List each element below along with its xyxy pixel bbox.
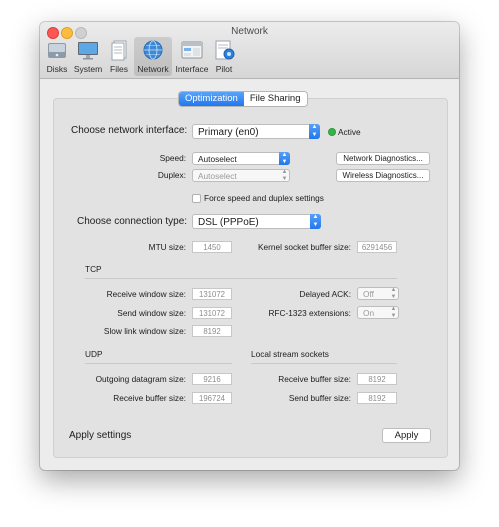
titlebar: Network Disks System Files Network Inter… [40,22,459,79]
chevron-updown-icon: ▲ ▼ [390,287,397,300]
duplex-popup[interactable]: Autoselect ▲ ▼ [192,169,290,182]
toolbar-item-pilot[interactable]: Pilot [208,37,240,76]
status-label: Active [338,127,361,137]
delayed-ack-popup[interactable]: Off ▲ ▼ [357,287,399,300]
udp-heading: UDP [85,349,103,359]
tcp-send-label: Send window size: [117,308,186,318]
mtu-field[interactable]: 1450 [192,241,232,253]
wireless-diagnostics-button[interactable]: Wireless Diagnostics... [336,169,430,182]
apply-settings-label: Apply settings [69,430,132,441]
local-heading: Local stream sockets [251,349,329,359]
monitor-icon [78,42,98,60]
force-checkbox[interactable] [192,194,201,203]
chevron-updown-icon: ▲ ▼ [309,124,320,139]
delayed-ack-value: Off [363,289,374,299]
tab-control: Optimization File Sharing [179,92,307,106]
interface-popup[interactable]: Primary (en0) ▲ ▼ [192,124,320,139]
speed-label: Speed: [159,153,186,163]
tcp-heading: TCP [85,264,102,274]
local-send-field[interactable]: 8192 [357,392,397,404]
document-icon [111,40,127,61]
tab-file-sharing[interactable]: File Sharing [243,92,307,106]
connection-popup[interactable]: DSL (PPPoE) ▲ ▼ [192,214,321,229]
network-window: Network Disks System Files Network Inter… [40,22,459,470]
udp-outgoing-label: Outgoing datagram size: [95,374,186,384]
tcp-receive-field[interactable]: 131072 [192,288,232,300]
window-title: Network [231,26,268,37]
duplex-label: Duplex: [157,170,186,180]
disks-icon [48,43,66,58]
udp-outgoing-field[interactable]: 9216 [192,373,232,385]
interface-value: Primary (en0) [198,127,259,138]
local-divider [251,363,397,364]
mtu-label: MTU size: [148,242,186,252]
duplex-value: Autoselect [198,171,237,181]
globe-icon [143,40,163,60]
rfc-label: RFC-1323 extensions: [268,308,351,318]
chevron-updown-icon: ▲ ▼ [310,214,321,229]
slow-link-field[interactable]: 8192 [192,325,232,337]
udp-receive-label: Receive buffer size: [113,393,186,403]
speed-popup[interactable]: Autoselect ▲ ▼ [192,152,290,165]
speed-value: Autoselect [198,154,237,164]
kernel-label: Kernel socket buffer size: [257,242,351,252]
chevron-updown-icon: ▲ ▼ [279,152,290,165]
pilot-icon [215,40,235,60]
udp-divider [85,363,232,364]
kernel-field[interactable]: 6291456 [357,241,397,253]
tcp-receive-label: Receive window size: [106,289,186,299]
local-receive-field[interactable]: 8192 [357,373,397,385]
apply-button[interactable]: Apply [382,428,431,443]
tcp-divider [85,278,397,279]
connection-value: DSL (PPPoE) [198,217,259,228]
delayed-ack-label: Delayed ACK: [299,289,351,299]
window-icon [181,41,203,59]
interface-label: Choose network interface: [71,125,188,136]
status-active-icon [328,128,336,136]
chevron-updown-icon: ▲ ▼ [390,306,397,319]
slow-link-label: Slow link window size: [103,326,186,336]
network-diagnostics-button[interactable]: Network Diagnostics... [336,152,430,165]
rfc-popup[interactable]: On ▲ ▼ [357,306,399,319]
tcp-send-field[interactable]: 131072 [192,307,232,319]
rfc-value: On [363,308,375,318]
local-receive-label: Receive buffer size: [278,374,351,384]
connection-label: Choose connection type: [77,216,188,227]
udp-receive-field[interactable]: 196724 [192,392,232,404]
tab-optimization[interactable]: Optimization [179,92,244,106]
force-label: Force speed and duplex settings [204,193,324,203]
local-send-label: Send buffer size: [288,393,351,403]
chevron-updown-icon: ▲ ▼ [281,169,288,182]
